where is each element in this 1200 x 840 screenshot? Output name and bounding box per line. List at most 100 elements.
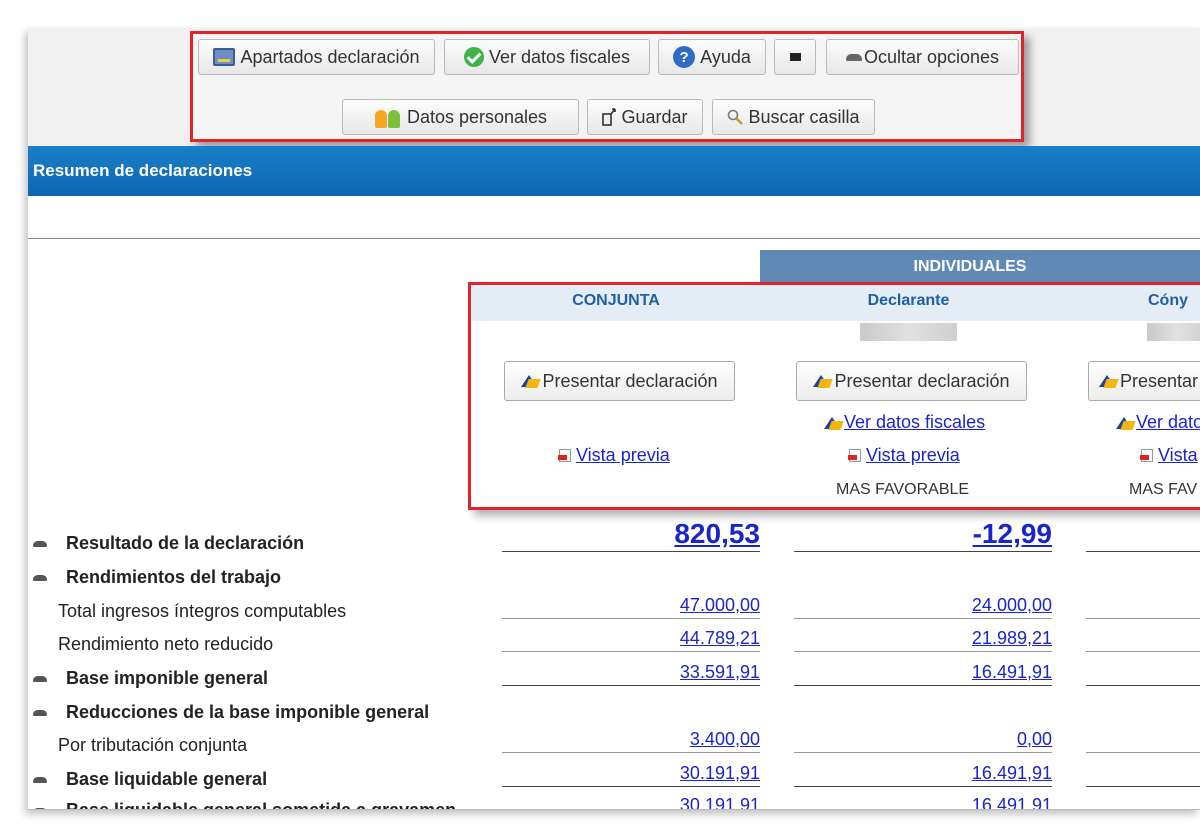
vista-previa-label: Vista previa	[866, 445, 960, 465]
datos-personales-label: Datos personales	[406, 106, 548, 127]
row-label: Base liquidable general	[33, 769, 267, 790]
ver-datos-label: Ver datos fiscales	[844, 412, 986, 432]
pdf-icon	[848, 449, 861, 462]
presentar-label: Presentar	[1120, 370, 1199, 391]
underline	[794, 752, 1052, 753]
ver-datos-label: Ver dato	[1136, 412, 1200, 432]
column-title-conyuge: Cóny	[1148, 292, 1188, 309]
video-button[interactable]	[774, 39, 816, 75]
underline	[794, 618, 1052, 619]
underline	[1086, 551, 1200, 552]
redacted-name	[860, 323, 957, 341]
ver-datos-fiscales-conyuge-link[interactable]: Ver dato	[1116, 412, 1200, 433]
row-label: Base imponible general	[33, 668, 268, 689]
underline	[1086, 685, 1200, 686]
search-icon	[728, 109, 744, 125]
row-label-text: Reducciones de la base imponible general	[66, 702, 430, 722]
vista-previa-conyuge-link[interactable]: Vista	[1140, 445, 1198, 466]
value-declarante[interactable]: 16.491,91	[794, 662, 1052, 683]
people-icon	[374, 106, 402, 128]
datos-personales-button[interactable]: Datos personales	[342, 99, 579, 135]
guardar-button[interactable]: Guardar	[587, 99, 703, 135]
presentar-label: Presentar declaración	[542, 370, 718, 391]
mas-favorable-label: MAS FAVORABLE	[836, 481, 970, 498]
app-frame: Apartados declaración Ver datos fiscales…	[28, 28, 1200, 810]
value-declarante[interactable]: -12,99	[794, 518, 1052, 550]
ayuda-button[interactable]: ? Ayuda	[658, 39, 766, 75]
column-title-declarante: Declarante	[867, 292, 950, 309]
vista-previa-label: Vista previa	[576, 445, 670, 465]
row-label-text: Base liquidable general	[66, 769, 268, 789]
buscar-casilla-button[interactable]: Buscar casilla	[712, 99, 875, 135]
underline	[1086, 618, 1200, 619]
row-label: Reducciones de la base imponible general	[33, 702, 429, 723]
individuales-header: INDIVIDUALES	[760, 250, 1200, 284]
collapse-icon	[33, 540, 47, 547]
vista-previa-declarante-link[interactable]: Vista previa	[848, 445, 960, 466]
section-title: Resumen de declaraciones	[28, 146, 1200, 196]
value-conjunta[interactable]: 33.591,91	[502, 662, 760, 683]
row-label-text: Base liquidable general sometida a grava…	[66, 800, 457, 810]
vista-previa-label: Vista	[1158, 445, 1198, 465]
value-declarante[interactable]: 16.491,91	[794, 795, 1052, 809]
value-conjunta[interactable]: 820,53	[502, 518, 760, 550]
ocultar-label: Ocultar opciones	[863, 46, 1000, 67]
row-label-text: Base imponible general	[66, 668, 269, 688]
row-label: Resultado de la declaración	[33, 533, 304, 554]
presentar-label: Presentar declaración	[834, 370, 1010, 391]
row-label: Base liquidable general sometida a grava…	[33, 800, 457, 810]
video-icon	[789, 53, 801, 61]
check-icon	[463, 47, 484, 67]
row-label: Rendimiento neto reducido	[58, 634, 274, 654]
underline	[502, 752, 760, 753]
ocultar-opciones-button[interactable]: Ocultar opciones	[826, 39, 1019, 75]
ver-datos-fiscales-button[interactable]: Ver datos fiscales	[444, 39, 650, 75]
aeat-icon	[1116, 415, 1134, 431]
value-conjunta[interactable]: 3.400,00	[502, 729, 760, 750]
apartados-label: Apartados declaración	[240, 46, 420, 67]
value-declarante[interactable]: 0,00	[794, 729, 1052, 750]
underline	[1086, 786, 1200, 787]
column-title-conjunta: CONJUNTA	[572, 292, 660, 309]
buscar-label: Buscar casilla	[748, 106, 860, 127]
help-icon: ?	[673, 46, 696, 68]
ver-datos-fiscales-declarante-link[interactable]: Ver datos fiscales	[824, 412, 985, 433]
collapse-icon	[33, 709, 47, 716]
row-label-text: Resultado de la declaración	[66, 533, 305, 553]
row-label-text: Rendimientos del trabajo	[66, 567, 282, 587]
row-label: Total ingresos íntegros computables	[58, 601, 347, 621]
underline	[1086, 752, 1200, 753]
value-conjunta[interactable]: 44.789,21	[502, 628, 760, 649]
value-declarante[interactable]: 16.491,91	[794, 763, 1052, 784]
value-conjunta[interactable]: 30.191,91	[502, 795, 760, 809]
underline	[502, 551, 760, 552]
underline	[794, 685, 1052, 686]
presentar-declarante-button[interactable]: Presentar declaración	[796, 361, 1027, 401]
value-conjunta[interactable]: 30.191,91	[502, 763, 760, 784]
mas-favorable-label: MAS FAV	[1129, 481, 1198, 498]
underline	[1086, 651, 1200, 652]
collapse-icon	[33, 807, 47, 809]
value-declarante[interactable]: 21.989,21	[794, 628, 1052, 649]
collapse-icon	[33, 675, 47, 682]
value-conjunta[interactable]: 47.000,00	[502, 595, 760, 616]
row-label: Por tributación conjunta	[58, 735, 248, 755]
value-declarante[interactable]: 24.000,00	[794, 595, 1052, 616]
aeat-icon	[1099, 373, 1117, 389]
underline	[502, 651, 760, 652]
collapse-icon	[845, 53, 862, 61]
underline	[502, 685, 760, 686]
toolbar: Apartados declaración Ver datos fiscales…	[190, 31, 1024, 142]
row-label: Rendimientos del trabajo	[33, 567, 281, 588]
collapse-icon	[33, 776, 47, 783]
presentar-conyuge-button[interactable]: Presentar	[1088, 361, 1200, 401]
apartados-declaracion-button[interactable]: Apartados declaración	[198, 39, 435, 75]
guardar-label: Guardar	[621, 106, 688, 127]
vista-previa-conjunta-link[interactable]: Vista previa	[558, 445, 670, 466]
underline	[794, 551, 1052, 552]
redacted-name	[1147, 323, 1200, 341]
aeat-icon	[521, 373, 539, 389]
collapse-icon	[33, 574, 47, 581]
presentar-conjunta-button[interactable]: Presentar declaración	[504, 361, 735, 401]
underline	[502, 618, 760, 619]
